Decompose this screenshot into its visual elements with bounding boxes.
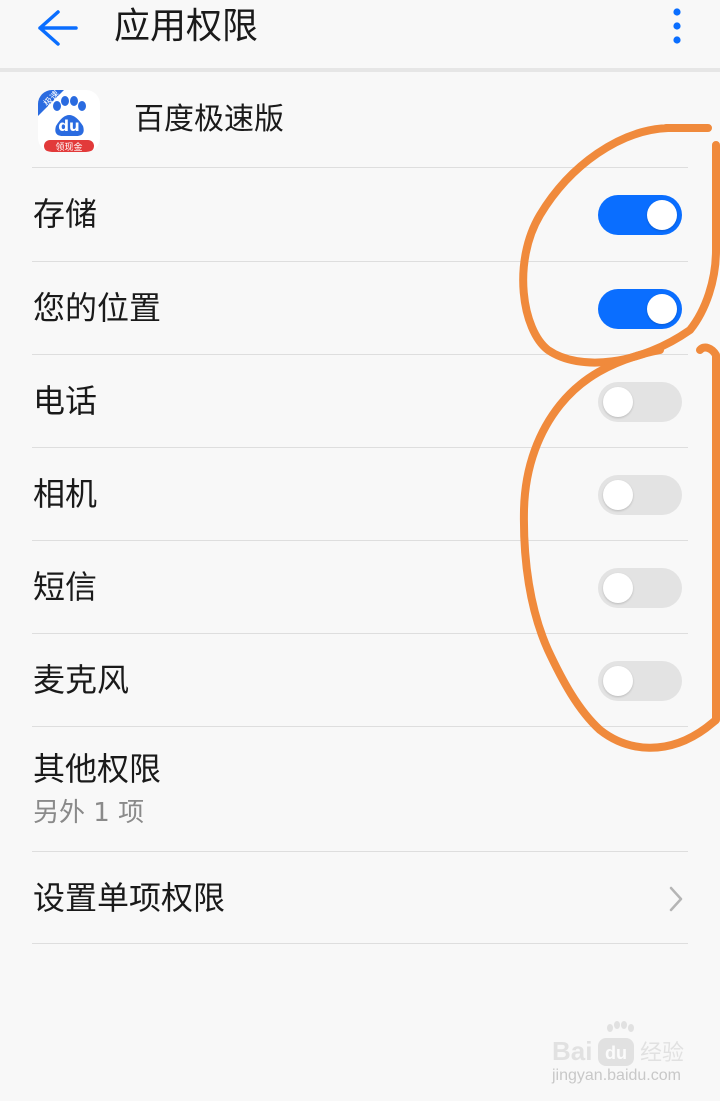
permission-label: 相机 <box>33 475 98 513</box>
permission-label: 存储 <box>33 195 98 233</box>
permission-label: 您的位置 <box>33 289 162 327</box>
permission-toggle[interactable] <box>598 382 682 422</box>
toggle-knob <box>603 666 633 696</box>
permission-toggle[interactable] <box>598 475 682 515</box>
svg-text:du: du <box>605 1043 627 1063</box>
permission-row-camera[interactable]: 相机 <box>0 448 720 540</box>
single-permission-row[interactable]: 设置单项权限 <box>0 852 720 944</box>
other-permissions-row[interactable]: 其他权限 另外 1 项 <box>0 727 720 851</box>
toggle-knob <box>603 573 633 603</box>
toggle-knob <box>603 387 633 417</box>
divider <box>32 943 688 944</box>
permission-row-microphone[interactable]: 麦克风 <box>0 634 720 726</box>
permission-toggle[interactable] <box>598 568 682 608</box>
toggle-knob <box>647 200 677 230</box>
single-permission-label: 设置单项权限 <box>33 879 226 917</box>
other-permissions-subtitle: 另外 1 项 <box>33 798 145 828</box>
svg-text:Bai: Bai <box>552 1036 592 1066</box>
more-vertical-icon[interactable] <box>666 4 688 48</box>
app-name: 百度极速版 <box>134 102 284 137</box>
toggle-knob <box>603 480 633 510</box>
icon-text: du <box>58 117 79 135</box>
page-title: 应用权限 <box>114 6 259 47</box>
permission-label: 电话 <box>33 382 98 420</box>
permission-row-location[interactable]: 您的位置 <box>0 262 720 354</box>
arrow-left-icon[interactable] <box>30 6 82 50</box>
app-info-row: 极速 du 领现金 百度极速版 <box>0 72 720 168</box>
title-bar: 应用权限 <box>0 0 720 72</box>
permission-toggle[interactable] <box>598 661 682 701</box>
permission-row-storage[interactable]: 存储 <box>0 168 720 260</box>
chevron-right-icon <box>669 886 683 912</box>
permission-toggle[interactable] <box>598 289 682 329</box>
toggle-knob <box>647 294 677 324</box>
permission-row-phone[interactable]: 电话 <box>0 355 720 447</box>
icon-badge-bottom: 领现金 <box>55 141 82 152</box>
permission-label: 短信 <box>33 568 98 606</box>
other-permissions-title: 其他权限 <box>33 750 162 788</box>
permission-row-sms[interactable]: 短信 <box>0 541 720 633</box>
permission-label: 麦克风 <box>33 661 130 699</box>
svg-text:经验: 经验 <box>640 1041 684 1066</box>
watermark-url: jingyan.baidu.com <box>552 1067 681 1084</box>
baidu-paw-icon: 极速 du 领现金 <box>38 90 100 152</box>
permission-toggle[interactable] <box>598 195 682 235</box>
